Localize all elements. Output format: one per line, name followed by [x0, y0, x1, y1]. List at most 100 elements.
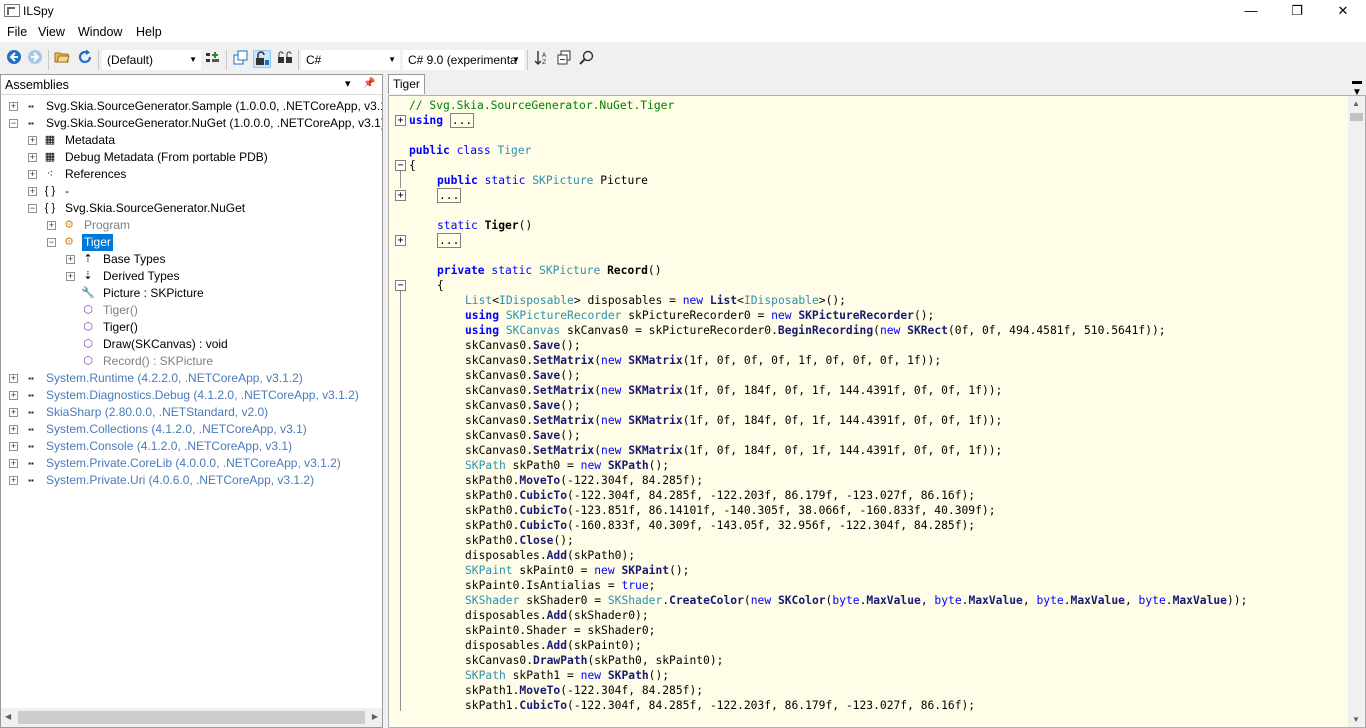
expand-icon[interactable]: +: [9, 102, 18, 111]
code-token: true: [621, 579, 649, 592]
scroll-right-icon[interactable]: ▶: [372, 712, 378, 721]
horizontal-scrollbar[interactable]: ◀ ▶: [1, 708, 382, 727]
code-token[interactable]: ...: [437, 188, 462, 203]
tree-node[interactable]: + ⁖ References: [1, 166, 382, 183]
tree-node[interactable]: + ▪▪ SkiaSharp (2.80.0.0, .NETStandard, v2…: [1, 404, 382, 421]
code-token[interactable]: ...: [437, 233, 462, 248]
code-token: SKPath: [465, 669, 506, 682]
collapse-icon[interactable]: −: [28, 204, 37, 213]
expand-icon[interactable]: +: [66, 272, 75, 281]
tree-node[interactable]: + ▪▪ Svg.Skia.SourceGenerator.Sample (1.0.…: [1, 98, 382, 115]
expand-icon[interactable]: +: [9, 408, 18, 417]
tree-node[interactable]: + ⇣ Derived Types: [1, 268, 382, 285]
tree-node[interactable]: −{ } Svg.Skia.SourceGenerator.NuGet: [1, 200, 382, 217]
fold-expand-icon[interactable]: +: [395, 115, 406, 126]
back-icon[interactable]: [5, 49, 23, 67]
tree-node[interactable]: ⬡ Record() : SKPicture: [1, 353, 382, 370]
tree-node[interactable]: ⬡ Tiger(): [1, 302, 382, 319]
scroll-down-icon[interactable]: ▼: [1352, 715, 1360, 724]
code-token: new: [601, 384, 622, 397]
expand-icon[interactable]: +: [28, 153, 37, 162]
expand-icon[interactable]: +: [9, 442, 18, 451]
tree-node[interactable]: + ▪▪ System.Private.CoreLib (4.0.0.0, .NET…: [1, 455, 382, 472]
collapse-icon[interactable]: −: [47, 238, 56, 247]
code-token: (-160.833f, 40.309f, -143.05f, 32.956f, …: [567, 519, 976, 532]
code-token[interactable]: ...: [449, 113, 475, 128]
namespace-icon: { }: [44, 185, 56, 197]
expand-icon[interactable]: +: [47, 221, 56, 230]
code-line: List<IDisposable> disposables = new List…: [409, 293, 846, 308]
expand-icon[interactable]: +: [28, 136, 37, 145]
tree-node[interactable]: + ▪▪ System.Collections (4.1.2.0, .NETCore…: [1, 421, 382, 438]
code-token: .: [1063, 594, 1071, 607]
expand-icon[interactable]: +: [28, 187, 37, 196]
tree-node-label: Derived Types: [103, 269, 180, 283]
code-line: skPaint0.Shader = skShader0;: [409, 623, 655, 638]
expand-icon[interactable]: +: [9, 476, 18, 485]
pin-icon[interactable]: 📌: [363, 78, 375, 89]
manage-assembly-lists-icon[interactable]: [204, 50, 222, 68]
collapse-all-icon[interactable]: [555, 50, 573, 68]
fold-expand-icon[interactable]: +: [395, 190, 406, 201]
scrollbar-thumb[interactable]: [18, 711, 365, 724]
tree-node[interactable]: ⬡ Draw(SKCanvas) : void: [1, 336, 382, 353]
tree-node-label: Tiger(): [103, 303, 138, 317]
menu-window[interactable]: Window: [78, 25, 122, 39]
show-internal-icon[interactable]: [253, 50, 271, 68]
close-button[interactable]: ✕: [1320, 0, 1366, 22]
tree-node[interactable]: − ⚙ Tiger: [1, 234, 382, 251]
fold-expand-icon[interactable]: +: [395, 235, 406, 246]
tree-node[interactable]: + { } -: [1, 183, 382, 200]
tree-node[interactable]: + ▦ Debug Metadata (From portable PDB): [1, 149, 382, 166]
tree-node[interactable]: + ▪▪ System.Private.Uri (4.0.6.0, .NETCore…: [1, 472, 382, 489]
forward-icon[interactable]: [26, 49, 44, 67]
collapse-icon[interactable]: −: [9, 119, 18, 128]
language-dropdown[interactable]: C# ▼: [301, 50, 400, 70]
tree-node[interactable]: + ▪▪ System.Console (4.1.2.0, .NETCoreApp,…: [1, 438, 382, 455]
code-line: skPaint0.IsAntialias = true;: [409, 578, 655, 593]
tree-node[interactable]: 🔧 Picture : SKPicture: [1, 285, 382, 302]
expand-icon[interactable]: +: [9, 459, 18, 468]
code-token: (): [518, 219, 533, 232]
expand-icon[interactable]: +: [9, 374, 18, 383]
sort-icon[interactable]: AZ: [533, 50, 551, 68]
expand-icon[interactable]: +: [66, 255, 75, 264]
menu-view[interactable]: View: [38, 25, 65, 39]
expand-icon[interactable]: +: [9, 425, 18, 434]
tab-tiger[interactable]: Tiger: [388, 74, 425, 94]
scroll-up-icon[interactable]: ▲: [1352, 99, 1360, 108]
vertical-scrollbar[interactable]: ▲ ▼: [1348, 96, 1365, 727]
assembly-list-dropdown[interactable]: (Default) ▼: [102, 50, 201, 70]
tree-node[interactable]: + ⇡ Base Types: [1, 251, 382, 268]
fold-collapse-icon[interactable]: −: [395, 280, 406, 291]
scrollbar-thumb[interactable]: [1350, 113, 1363, 121]
search-icon[interactable]: [577, 50, 595, 68]
refresh-icon[interactable]: [76, 49, 94, 67]
metadata-icon: ▦: [44, 134, 56, 146]
scroll-left-icon[interactable]: ◀: [5, 712, 11, 721]
tree-node[interactable]: ⬡ Tiger(): [1, 319, 382, 336]
open-icon[interactable]: [53, 49, 71, 67]
minimize-button[interactable]: —: [1228, 0, 1274, 22]
code-token: MaxValue: [968, 594, 1023, 607]
menu-file[interactable]: File: [7, 25, 27, 39]
language-version-dropdown[interactable]: C# 9.0 (experimenta ▼: [403, 50, 524, 70]
fold-collapse-icon[interactable]: −: [395, 160, 406, 171]
code-token: MaxValue: [1172, 594, 1227, 607]
show-all-icon[interactable]: [276, 50, 294, 68]
method-icon: ⬡: [83, 321, 93, 333]
tree-node[interactable]: + ▦ Metadata: [1, 132, 382, 149]
tree-node[interactable]: + ▪▪ System.Diagnostics.Debug (4.1.2.0, .N…: [1, 387, 382, 404]
menu-help[interactable]: Help: [136, 25, 162, 39]
show-decompiled-only-icon[interactable]: [232, 50, 250, 68]
restore-button[interactable]: ❐: [1274, 0, 1320, 22]
pane-menu-icon[interactable]: ▾: [345, 77, 351, 90]
tree-node[interactable]: − ▪▪ Svg.Skia.SourceGenerator.NuGet (1.0.0…: [1, 115, 382, 132]
code-editor[interactable]: ▲ ▼ // Svg.Skia.SourceGenerator.NuGet.Ti…: [388, 95, 1366, 728]
expand-icon[interactable]: +: [28, 170, 37, 179]
code-line: skPath1.CubicTo(-122.304f, 84.285f, -122…: [409, 698, 975, 713]
tree-node[interactable]: + ▪▪ System.Runtime (4.2.2.0, .NETCoreApp,…: [1, 370, 382, 387]
tree-node[interactable]: + ⚙ Program: [1, 217, 382, 234]
expand-icon[interactable]: +: [9, 391, 18, 400]
